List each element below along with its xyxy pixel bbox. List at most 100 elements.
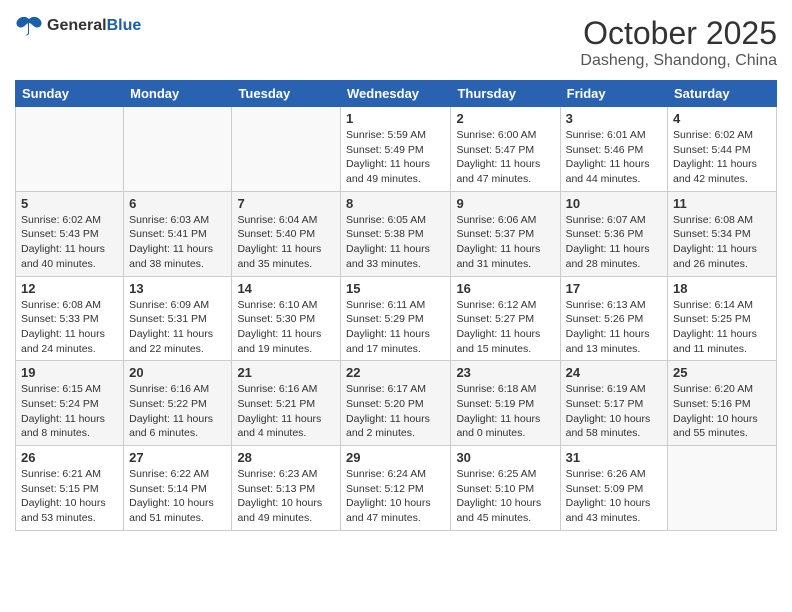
day-number: 27: [129, 450, 226, 465]
day-number: 28: [237, 450, 335, 465]
table-row: 2 Sunrise: 6:00 AM Sunset: 5:47 PM Daylig…: [451, 107, 560, 192]
table-row: 10 Sunrise: 6:07 AM Sunset: 5:36 PM Dayli…: [560, 191, 667, 276]
day-info: Sunrise: 6:02 AM Sunset: 5:44 PM Dayligh…: [673, 128, 771, 187]
table-row: 18Sunrise: 6:14 AM Sunset: 5:25 PM Dayli…: [668, 276, 777, 361]
day-info: Sunrise: 6:06 AM Sunset: 5:37 PM Dayligh…: [456, 213, 554, 272]
day-number: 6: [129, 196, 226, 211]
table-row: 29 Sunrise: 6:24 AM Sunset: 5:12 PM Dayli…: [341, 446, 451, 531]
day-number: 13: [129, 281, 226, 296]
day-number: 16: [456, 281, 554, 296]
table-row: 26 Sunrise: 6:21 AM Sunset: 5:15 PM Dayli…: [16, 446, 124, 531]
logo-blue: Blue: [107, 17, 142, 34]
day-number: 31: [566, 450, 662, 465]
table-row: 5 Sunrise: 6:02 AM Sunset: 5:43 PM Daylig…: [16, 191, 124, 276]
table-row: 9Sunrise: 6:06 AM Sunset: 5:37 PM Daylig…: [451, 191, 560, 276]
day-info: Sunrise: 6:02 AM Sunset: 5:43 PM Dayligh…: [21, 213, 118, 272]
day-number: 8: [346, 196, 445, 211]
day-number: 17: [566, 281, 662, 296]
col-wednesday: Wednesday: [341, 81, 451, 107]
logo-general: General: [47, 17, 107, 34]
calendar-week-row: 5 Sunrise: 6:02 AM Sunset: 5:43 PM Daylig…: [16, 191, 777, 276]
table-row: 25 Sunrise: 6:20 AM Sunset: 5:16 PM Dayli…: [668, 361, 777, 446]
day-info: Sunrise: 6:14 AM Sunset: 5:25 PM Dayligh…: [673, 298, 771, 357]
day-number: 29: [346, 450, 445, 465]
table-row: 14Sunrise: 6:10 AM Sunset: 5:30 PM Dayli…: [232, 276, 341, 361]
table-row: 30 Sunrise: 6:25 AM Sunset: 5:10 PM Dayli…: [451, 446, 560, 531]
day-info: Sunrise: 6:18 AM Sunset: 5:19 PM Dayligh…: [456, 382, 554, 441]
day-info: Sunrise: 6:03 AM Sunset: 5:41 PM Dayligh…: [129, 213, 226, 272]
day-info: Sunrise: 6:16 AM Sunset: 5:22 PM Dayligh…: [129, 382, 226, 441]
day-info: Sunrise: 6:08 AM Sunset: 5:34 PM Dayligh…: [673, 213, 771, 272]
table-row: [124, 107, 232, 192]
calendar-week-row: 1Sunrise: 5:59 AM Sunset: 5:49 PM Daylig…: [16, 107, 777, 192]
table-row: 8 Sunrise: 6:05 AM Sunset: 5:38 PM Daylig…: [341, 191, 451, 276]
table-row: 22Sunrise: 6:17 AM Sunset: 5:20 PM Dayli…: [341, 361, 451, 446]
day-info: Sunrise: 6:24 AM Sunset: 5:12 PM Dayligh…: [346, 467, 445, 526]
day-number: 15: [346, 281, 445, 296]
day-info: Sunrise: 6:11 AM Sunset: 5:29 PM Dayligh…: [346, 298, 445, 357]
table-row: 19 Sunrise: 6:15 AM Sunset: 5:24 PM Dayli…: [16, 361, 124, 446]
day-info: Sunrise: 6:05 AM Sunset: 5:38 PM Dayligh…: [346, 213, 445, 272]
day-number: 24: [566, 365, 662, 380]
day-info: Sunrise: 6:23 AM Sunset: 5:13 PM Dayligh…: [237, 467, 335, 526]
day-number: 12: [21, 281, 118, 296]
col-tuesday: Tuesday: [232, 81, 341, 107]
calendar-week-row: 12Sunrise: 6:08 AM Sunset: 5:33 PM Dayli…: [16, 276, 777, 361]
day-number: 30: [456, 450, 554, 465]
table-row: [16, 107, 124, 192]
day-info: Sunrise: 6:25 AM Sunset: 5:10 PM Dayligh…: [456, 467, 554, 526]
table-row: 6 Sunrise: 6:03 AM Sunset: 5:41 PM Daylig…: [124, 191, 232, 276]
page-header: GeneralBlue October 2025 Dasheng, Shando…: [15, 15, 777, 70]
day-info: Sunrise: 6:01 AM Sunset: 5:46 PM Dayligh…: [566, 128, 662, 187]
day-number: 25: [673, 365, 771, 380]
table-row: 17Sunrise: 6:13 AM Sunset: 5:26 PM Dayli…: [560, 276, 667, 361]
col-sunday: Sunday: [16, 81, 124, 107]
table-row: 20 Sunrise: 6:16 AM Sunset: 5:22 PM Dayli…: [124, 361, 232, 446]
day-info: Sunrise: 6:09 AM Sunset: 5:31 PM Dayligh…: [129, 298, 226, 357]
day-info: Sunrise: 6:00 AM Sunset: 5:47 PM Dayligh…: [456, 128, 554, 187]
day-number: 19: [21, 365, 118, 380]
day-info: Sunrise: 6:07 AM Sunset: 5:36 PM Dayligh…: [566, 213, 662, 272]
day-number: 3: [566, 111, 662, 126]
day-info: Sunrise: 6:20 AM Sunset: 5:16 PM Dayligh…: [673, 382, 771, 441]
col-thursday: Thursday: [451, 81, 560, 107]
day-number: 1: [346, 111, 445, 126]
header-row: Sunday Monday Tuesday Wednesday Thursday…: [16, 81, 777, 107]
table-row: 15 Sunrise: 6:11 AM Sunset: 5:29 PM Dayli…: [341, 276, 451, 361]
day-info: Sunrise: 6:19 AM Sunset: 5:17 PM Dayligh…: [566, 382, 662, 441]
day-number: 26: [21, 450, 118, 465]
calendar-week-row: 26 Sunrise: 6:21 AM Sunset: 5:15 PM Dayli…: [16, 446, 777, 531]
day-number: 23: [456, 365, 554, 380]
day-number: 20: [129, 365, 226, 380]
day-info: Sunrise: 6:26 AM Sunset: 5:09 PM Dayligh…: [566, 467, 662, 526]
col-monday: Monday: [124, 81, 232, 107]
day-number: 7: [237, 196, 335, 211]
day-number: 10: [566, 196, 662, 211]
table-row: 4 Sunrise: 6:02 AM Sunset: 5:44 PM Daylig…: [668, 107, 777, 192]
day-info: Sunrise: 6:12 AM Sunset: 5:27 PM Dayligh…: [456, 298, 554, 357]
table-row: 24 Sunrise: 6:19 AM Sunset: 5:17 PM Dayli…: [560, 361, 667, 446]
day-info: Sunrise: 6:10 AM Sunset: 5:30 PM Dayligh…: [237, 298, 335, 357]
logo: GeneralBlue: [15, 15, 141, 37]
table-row: 1Sunrise: 5:59 AM Sunset: 5:49 PM Daylig…: [341, 107, 451, 192]
table-row: 31 Sunrise: 6:26 AM Sunset: 5:09 PM Dayli…: [560, 446, 667, 531]
logo-text: GeneralBlue: [47, 17, 141, 35]
title-block: October 2025 Dasheng, Shandong, China: [580, 15, 777, 70]
table-row: 16 Sunrise: 6:12 AM Sunset: 5:27 PM Dayli…: [451, 276, 560, 361]
day-number: 11: [673, 196, 771, 211]
day-info: Sunrise: 6:15 AM Sunset: 5:24 PM Dayligh…: [21, 382, 118, 441]
day-info: Sunrise: 6:21 AM Sunset: 5:15 PM Dayligh…: [21, 467, 118, 526]
table-row: 27 Sunrise: 6:22 AM Sunset: 5:14 PM Dayli…: [124, 446, 232, 531]
logo-icon: [15, 15, 43, 37]
col-saturday: Saturday: [668, 81, 777, 107]
day-number: 2: [456, 111, 554, 126]
day-number: 4: [673, 111, 771, 126]
day-number: 5: [21, 196, 118, 211]
table-row: 7Sunrise: 6:04 AM Sunset: 5:40 PM Daylig…: [232, 191, 341, 276]
table-row: 3 Sunrise: 6:01 AM Sunset: 5:46 PM Daylig…: [560, 107, 667, 192]
table-row: 23 Sunrise: 6:18 AM Sunset: 5:19 PM Dayli…: [451, 361, 560, 446]
table-row: 11 Sunrise: 6:08 AM Sunset: 5:34 PM Dayli…: [668, 191, 777, 276]
table-row: 13 Sunrise: 6:09 AM Sunset: 5:31 PM Dayli…: [124, 276, 232, 361]
day-info: Sunrise: 6:22 AM Sunset: 5:14 PM Dayligh…: [129, 467, 226, 526]
table-row: [668, 446, 777, 531]
